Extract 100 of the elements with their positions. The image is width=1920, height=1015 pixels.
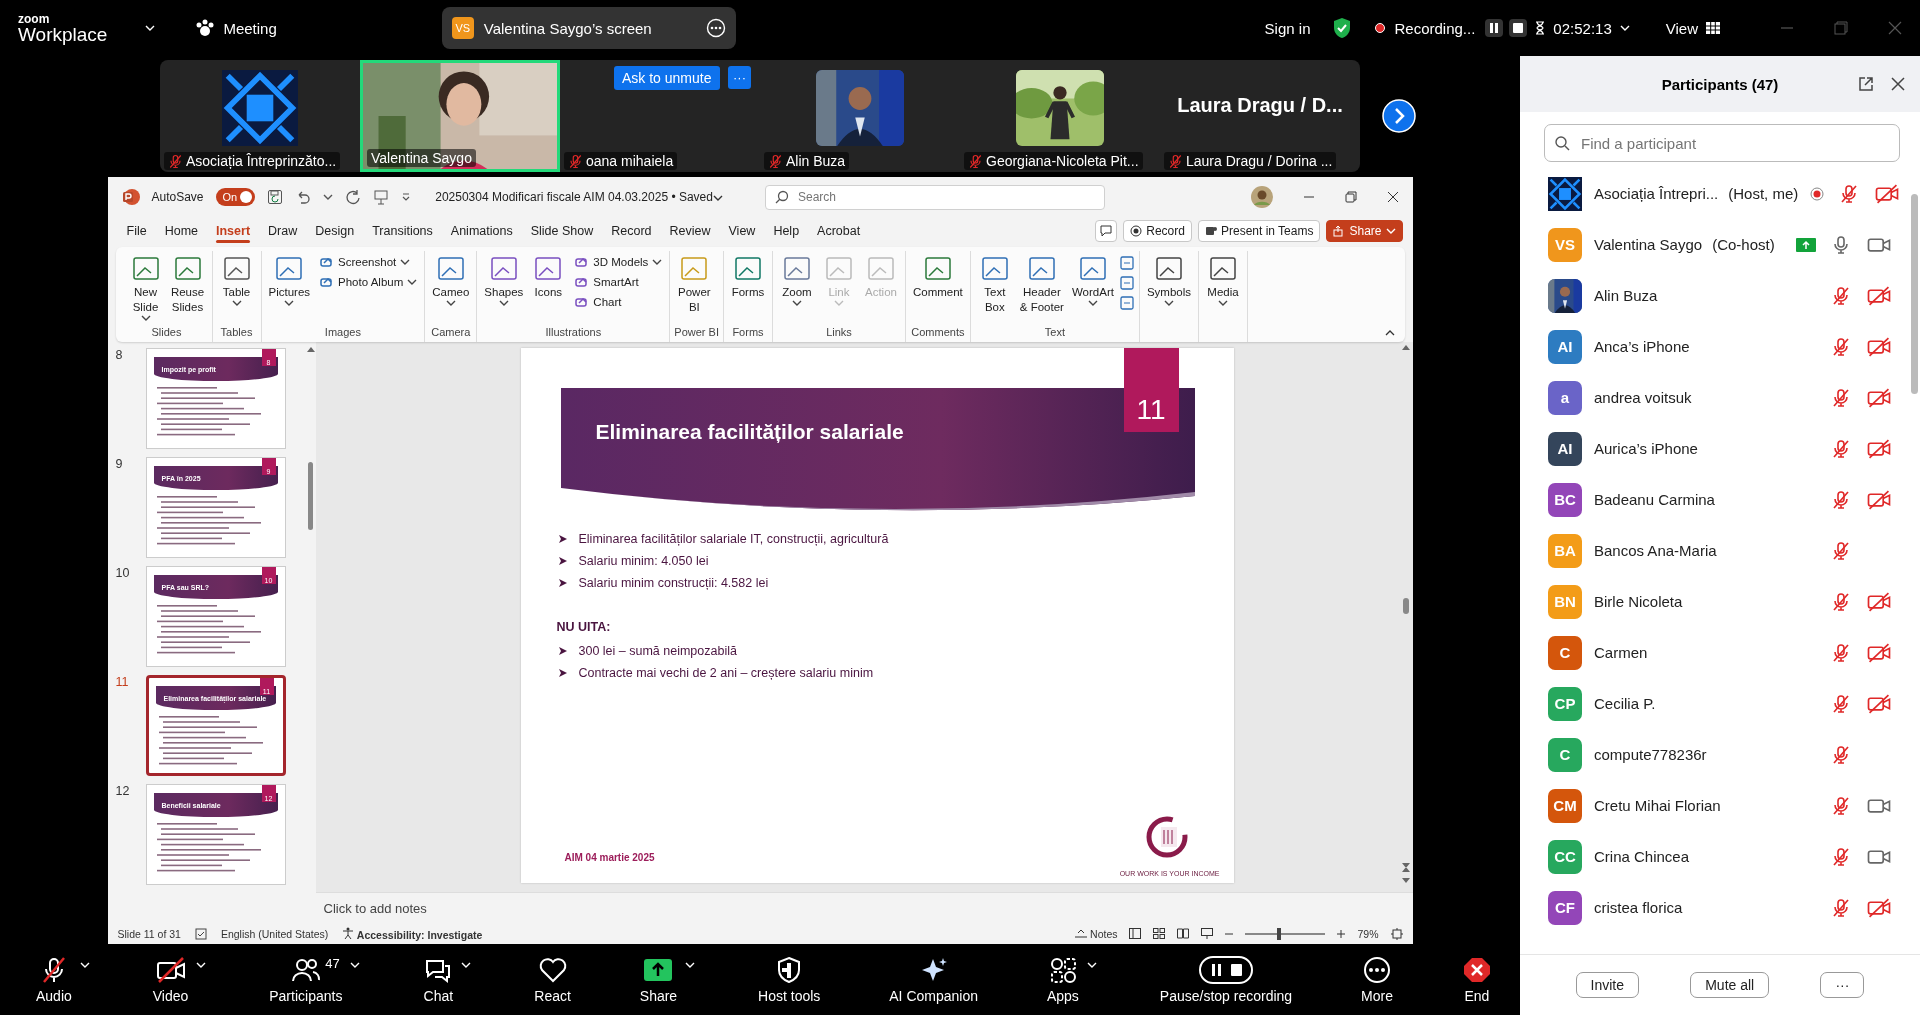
ribbon-button[interactable]: Photo Album [315, 273, 421, 291]
mute-all-button[interactable]: Mute all [1690, 972, 1770, 998]
ribbon-tab[interactable]: File [117, 219, 156, 243]
teams-button[interactable]: Present in Teams [1197, 220, 1321, 242]
video-tile[interactable]: Asociația Întreprinzăto... [160, 60, 360, 172]
ribbon-button[interactable]: Table [216, 251, 257, 326]
ribbon-button[interactable]: Symbols [1143, 251, 1194, 326]
scroll-up-icon[interactable] [1401, 344, 1410, 350]
collapse-ribbon-icon[interactable] [1384, 330, 1395, 336]
ribbon-icon-button[interactable] [1118, 255, 1135, 271]
language-label[interactable]: English (United States) [220, 927, 329, 940]
grid-icon[interactable] [1706, 22, 1720, 34]
video-tile[interactable]: Valentina Saygo [360, 60, 560, 172]
more-button[interactable]: More [1355, 956, 1399, 1004]
zoom-in-icon[interactable] [1337, 929, 1346, 938]
audio-button[interactable]: Audio [30, 956, 78, 1004]
ribbon-tab[interactable]: Slide Show [521, 219, 603, 243]
ribbon-icon-button[interactable] [1118, 275, 1135, 291]
video-tile[interactable]: Alin Buza [760, 60, 960, 172]
accessibility-status[interactable]: Accessibility: Investigate [342, 926, 483, 941]
pop-out-icon[interactable] [1858, 76, 1874, 92]
ribbon-tab[interactable]: Animations [441, 219, 522, 243]
user-avatar-icon[interactable] [1250, 186, 1273, 208]
sign-in-link[interactable]: Sign in [1264, 19, 1311, 37]
customize-caret-icon[interactable] [401, 192, 412, 202]
spellcheck-icon[interactable] [194, 927, 207, 940]
notes-button[interactable]: Notes [1075, 927, 1118, 940]
video-tile[interactable]: Laura Dragu / D... Laura Dragu / Dorina ... [1160, 60, 1360, 172]
zoom-slider[interactable] [1277, 927, 1282, 940]
more-button[interactable]: ··· [728, 66, 751, 89]
ribbon-button[interactable]: Comment [909, 251, 966, 326]
stop-button[interactable] [1509, 19, 1528, 37]
ribbon-button[interactable]: Zoom [776, 251, 817, 326]
ask-to-unmute-button[interactable]: Ask to unmute [614, 66, 720, 90]
fit-to-window-icon[interactable] [1390, 927, 1403, 940]
ribbon-button[interactable]: New Slide [125, 251, 166, 326]
presentation-icon[interactable] [373, 189, 390, 205]
record-button[interactable]: Record [1123, 220, 1192, 242]
share-button[interactable]: Share [1326, 220, 1403, 242]
scroll-up-icon[interactable] [306, 346, 315, 352]
ribbon-tab[interactable]: Review [660, 219, 720, 243]
document-title[interactable]: 20250304 Modificari fiscale AIM 04.03.2025 • Saved [435, 190, 723, 204]
restore-icon[interactable] [1344, 191, 1357, 203]
scrollbar-thumb[interactable] [1402, 598, 1409, 614]
ribbon-button[interactable]: 3D Models [570, 253, 666, 271]
shield-check-icon[interactable] [1332, 17, 1353, 39]
chat-button[interactable]: Chat [417, 956, 460, 1004]
paw-icon[interactable] [195, 19, 216, 37]
ribbon-tab[interactable]: Insert [207, 219, 260, 243]
pause-button[interactable] [1485, 19, 1504, 37]
autosave-toggle[interactable]: On [215, 188, 256, 206]
meeting-label[interactable]: Meeting [223, 19, 277, 37]
scrollbar-thumb[interactable] [308, 462, 313, 530]
ribbon-button[interactable]: Header & Footer [1016, 251, 1067, 326]
close-icon[interactable] [1890, 76, 1906, 92]
more-button[interactable]: ··· [1820, 972, 1865, 998]
normal-view-icon[interactable] [1129, 928, 1142, 939]
shared-screen-pill[interactable]: VS Valentina Saygo’s screen [441, 7, 736, 49]
ribbon-tab[interactable]: Home [155, 219, 207, 243]
ribbon-button[interactable]: Reuse Slides [167, 251, 208, 326]
caret-icon[interactable] [323, 194, 334, 200]
next-page-icon[interactable] [1382, 99, 1416, 133]
ribbon-button[interactable]: Cameo [429, 251, 473, 326]
record-button[interactable]: Pause/stop recording [1153, 956, 1299, 1004]
apps-button[interactable]: Apps [1040, 956, 1085, 1004]
ribbon-tab[interactable]: View [719, 219, 765, 243]
ribbon-button[interactable]: Forms [727, 251, 768, 326]
zoom-level[interactable]: 79% [1357, 927, 1379, 940]
video-tile[interactable]: Ask to unmute ··· oana mihaiela [560, 60, 760, 172]
ribbon-button[interactable]: Screenshot [315, 253, 421, 271]
search-field[interactable]: Find a participant [1544, 124, 1900, 162]
reading-view-icon[interactable] [1177, 928, 1190, 939]
view-button[interactable]: View [1665, 19, 1698, 37]
redo-icon[interactable] [345, 189, 362, 205]
invite-button[interactable]: Invite [1575, 972, 1640, 998]
end-button[interactable]: End [1455, 956, 1498, 1004]
ribbon-tab[interactable]: Help [764, 219, 809, 243]
close-icon[interactable] [1386, 191, 1399, 203]
ribbon-button[interactable]: Chart [570, 293, 666, 311]
ribbon-button[interactable]: SmartArt [570, 273, 666, 291]
slide-sorter-icon[interactable] [1153, 928, 1166, 939]
ribbon-icon-button[interactable] [1118, 295, 1135, 311]
ribbon-button[interactable]: Shapes [481, 251, 527, 326]
more-icon[interactable] [705, 18, 726, 38]
ribbon-button[interactable]: Text Box [974, 251, 1015, 326]
comments-button[interactable] [1095, 220, 1118, 242]
react-button[interactable]: React [528, 956, 577, 1004]
slideshow-icon[interactable] [1201, 928, 1214, 939]
ribbon-tab[interactable]: Record [602, 219, 661, 243]
ribbon-tab[interactable]: Acrobat [808, 219, 870, 243]
save-icon[interactable] [267, 189, 284, 205]
video-tile[interactable]: Georgiana-Nicoleta Pit... [960, 60, 1160, 172]
host-button[interactable]: Host tools [752, 956, 827, 1004]
video-button[interactable]: Video [146, 956, 195, 1004]
ai-button[interactable]: AI Companion [883, 956, 984, 1004]
scrollbar-thumb[interactable] [1910, 194, 1918, 394]
ribbon-tab[interactable]: Design [306, 219, 364, 243]
notes-placeholder[interactable]: Click to add notes [315, 892, 1413, 923]
share-button[interactable]: Share [633, 956, 684, 1004]
participants-button[interactable]: 47 Participants [263, 956, 349, 1004]
